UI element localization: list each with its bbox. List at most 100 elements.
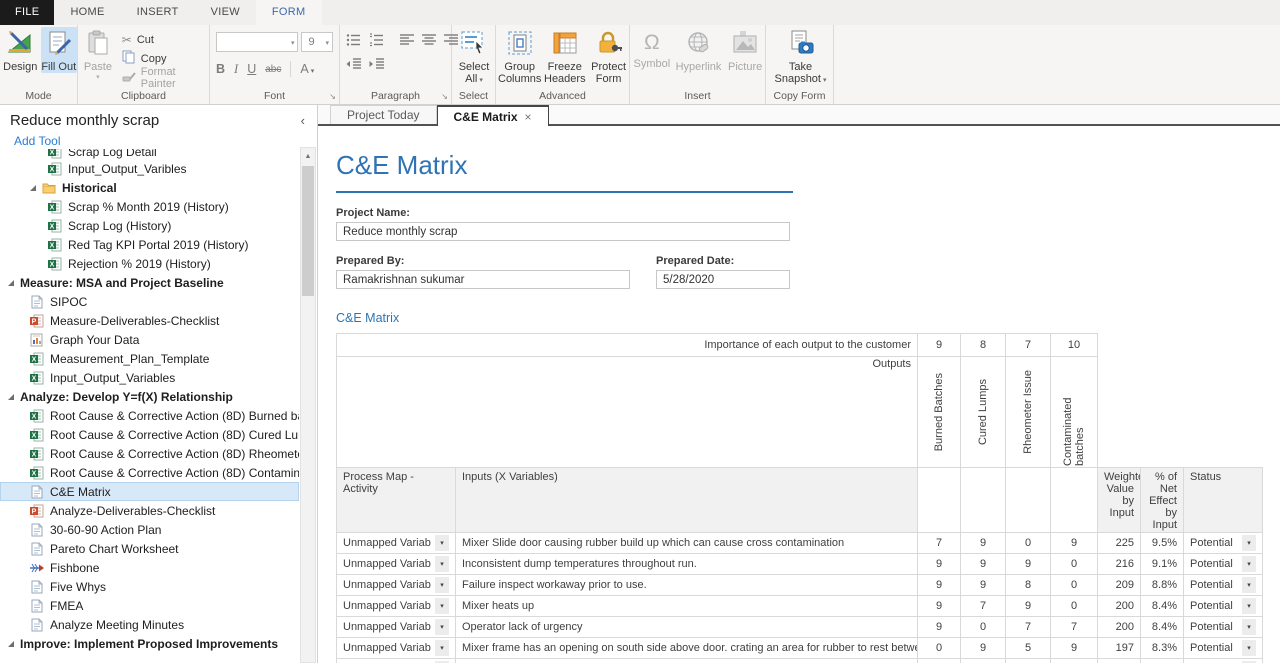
score-cell[interactable]: 9	[918, 575, 961, 596]
design-button[interactable]: Design	[2, 27, 39, 73]
status-cell[interactable]: Potential▾	[1184, 638, 1263, 659]
importance-value-cell[interactable]: 7	[1006, 334, 1051, 357]
tree-expander-icon[interactable]	[8, 641, 14, 647]
variable-mapping-cell[interactable]: Unmapped Variable▾	[337, 638, 456, 659]
picture-button[interactable]: Picture	[725, 27, 765, 73]
bold-button[interactable]: B	[216, 62, 225, 76]
tree-item[interactable]: Analyze Meeting Minutes	[0, 615, 299, 634]
status-cell[interactable]: Potential▾	[1184, 617, 1263, 638]
score-cell[interactable]: 8	[1006, 575, 1051, 596]
freeze-headers-button[interactable]: Freeze Headers	[543, 27, 586, 85]
status-cell[interactable]: Potential▾	[1184, 575, 1263, 596]
dropdown-arrow-icon[interactable]: ▾	[435, 640, 449, 656]
cut-button[interactable]: ✂ Cut	[118, 30, 207, 49]
dropdown-arrow-icon[interactable]: ▾	[1242, 556, 1256, 572]
ribbon-tab-insert[interactable]: INSERT	[121, 0, 195, 25]
ribbon-tab-home[interactable]: HOME	[54, 0, 120, 25]
input-variable-cell[interactable]: Mixer frame has an opening on south side…	[456, 638, 918, 659]
input-variable-cell[interactable]: Failure inspect workaway prior to use.	[456, 575, 918, 596]
tree-item[interactable]: XRejection % 2019 (History)	[0, 254, 299, 273]
paragraph-dialog-launcher-icon[interactable]: ↘	[441, 92, 448, 101]
score-cell[interactable]: 7	[961, 596, 1006, 617]
tree-item[interactable]: XMeasurement_Plan_Template	[0, 349, 299, 368]
tree-item[interactable]: XRoot Cause & Corrective Action (8D) Rhe…	[0, 444, 299, 463]
tree-item[interactable]: Five Whys	[0, 577, 299, 596]
dropdown-arrow-icon[interactable]: ▾	[435, 619, 449, 635]
scrollbar-thumb[interactable]	[302, 166, 314, 296]
tree-item[interactable]: PMeasure-Deliverables-Checklist	[0, 311, 299, 330]
tree-item[interactable]: XScrap % Month 2019 (History)	[0, 197, 299, 216]
group-columns-button[interactable]: Group Columns	[498, 27, 541, 85]
prepared-by-field[interactable]	[336, 270, 630, 289]
tree-item[interactable]: Measure: MSA and Project Baseline	[0, 273, 299, 292]
tree-item[interactable]: Improve: Implement Proposed Improvements	[0, 634, 299, 653]
tree-item[interactable]: XInput_Output_Variables	[0, 368, 299, 387]
font-color-button[interactable]: A▾	[300, 62, 314, 76]
decrease-indent-button[interactable]	[346, 57, 361, 71]
align-center-button[interactable]	[422, 33, 436, 47]
scroll-up-icon[interactable]: ▲	[301, 148, 315, 164]
tree-item[interactable]: XRoot Cause & Corrective Action (8D) Con…	[0, 463, 299, 482]
score-cell[interactable]: 9	[1006, 659, 1051, 663]
fill-out-button[interactable]: Fill Out	[41, 27, 78, 73]
italic-button[interactable]: I	[234, 62, 238, 77]
importance-value-cell[interactable]: 9	[918, 334, 961, 357]
tree-scrollbar[interactable]: ▲	[300, 147, 316, 663]
score-cell[interactable]: 7	[918, 659, 961, 663]
take-snapshot-button[interactable]: Take Snapshot▾	[772, 27, 830, 87]
status-cell[interactable]: Potential▾	[1184, 596, 1263, 617]
font-size-select[interactable]: 9▾	[301, 32, 333, 52]
collapse-sidebar-icon[interactable]: ‹	[301, 113, 305, 128]
status-cell[interactable]: Potential▾	[1184, 554, 1263, 575]
project-name-field[interactable]	[336, 222, 790, 241]
tree-item[interactable]: Pareto Chart Worksheet	[0, 539, 299, 558]
input-variable-cell[interactable]: Operator change the mix procedure.	[456, 659, 918, 663]
ribbon-tab-file[interactable]: FILE	[0, 0, 54, 25]
score-cell[interactable]: 0	[961, 617, 1006, 638]
tree-item[interactable]: Analyze: Develop Y=f(X) Relationship	[0, 387, 299, 406]
input-variable-cell[interactable]: Operator lack of urgency	[456, 617, 918, 638]
tree-expander-icon[interactable]	[30, 185, 36, 191]
tree-item[interactable]: 30-60-90 Action Plan	[0, 520, 299, 539]
score-cell[interactable]: 9	[961, 638, 1006, 659]
tree-item[interactable]: XScrap Log Detail	[0, 149, 299, 159]
input-variable-cell[interactable]: Mixer heats up	[456, 596, 918, 617]
input-variable-cell[interactable]: Mixer Slide door causing rubber build up…	[456, 533, 918, 554]
score-cell[interactable]: 9	[1006, 554, 1051, 575]
score-cell[interactable]: 0	[1006, 533, 1051, 554]
dropdown-arrow-icon[interactable]: ▾	[1242, 598, 1256, 614]
importance-value-cell[interactable]: 10	[1051, 334, 1098, 357]
tree-item[interactable]: SIPOC	[0, 292, 299, 311]
score-cell[interactable]: 7	[1051, 617, 1098, 638]
tree-item[interactable]: XInput_Output_Varibles	[0, 159, 299, 178]
font-dialog-launcher-icon[interactable]: ↘	[329, 92, 336, 101]
score-cell[interactable]: 9	[1051, 533, 1098, 554]
tab-project-today[interactable]: Project Today	[330, 105, 437, 124]
ribbon-tab-view[interactable]: VIEW	[195, 0, 256, 25]
underline-button[interactable]: U	[247, 62, 256, 76]
tree-expander-icon[interactable]	[8, 394, 14, 400]
variable-mapping-cell[interactable]: Unmapped Variable▾	[337, 596, 456, 617]
score-cell[interactable]: 0	[1051, 596, 1098, 617]
dropdown-arrow-icon[interactable]: ▾	[435, 598, 449, 614]
font-name-select[interactable]: ▾	[216, 32, 298, 52]
variable-mapping-cell[interactable]: Unmapped Variable▾	[337, 659, 456, 663]
status-cell[interactable]: Potential▾	[1184, 533, 1263, 554]
align-left-button[interactable]	[400, 33, 414, 47]
ribbon-tab-form[interactable]: FORM	[256, 0, 322, 25]
status-cell[interactable]: Potential▾	[1184, 659, 1263, 663]
tree-item[interactable]: XRoot Cause & Corrective Action (8D) Bur…	[0, 406, 299, 425]
tree-item[interactable]: PAnalyze-Deliverables-Checklist	[0, 501, 299, 520]
score-cell[interactable]: 0	[1051, 575, 1098, 596]
score-cell[interactable]: 7	[961, 659, 1006, 663]
paste-button[interactable]: Paste ▾	[80, 27, 116, 81]
numbered-list-button[interactable]	[369, 33, 384, 47]
select-all-button[interactable]: Select All▾	[454, 27, 494, 87]
importance-value-cell[interactable]: 8	[961, 334, 1006, 357]
score-cell[interactable]: 9	[1051, 638, 1098, 659]
dropdown-arrow-icon[interactable]: ▾	[435, 556, 449, 572]
dropdown-arrow-icon[interactable]: ▾	[435, 535, 449, 551]
score-cell[interactable]: 9	[961, 554, 1006, 575]
tree-item[interactable]: XRoot Cause & Corrective Action (8D) Cur…	[0, 425, 299, 444]
tree-item[interactable]: C&E Matrix	[0, 482, 299, 501]
